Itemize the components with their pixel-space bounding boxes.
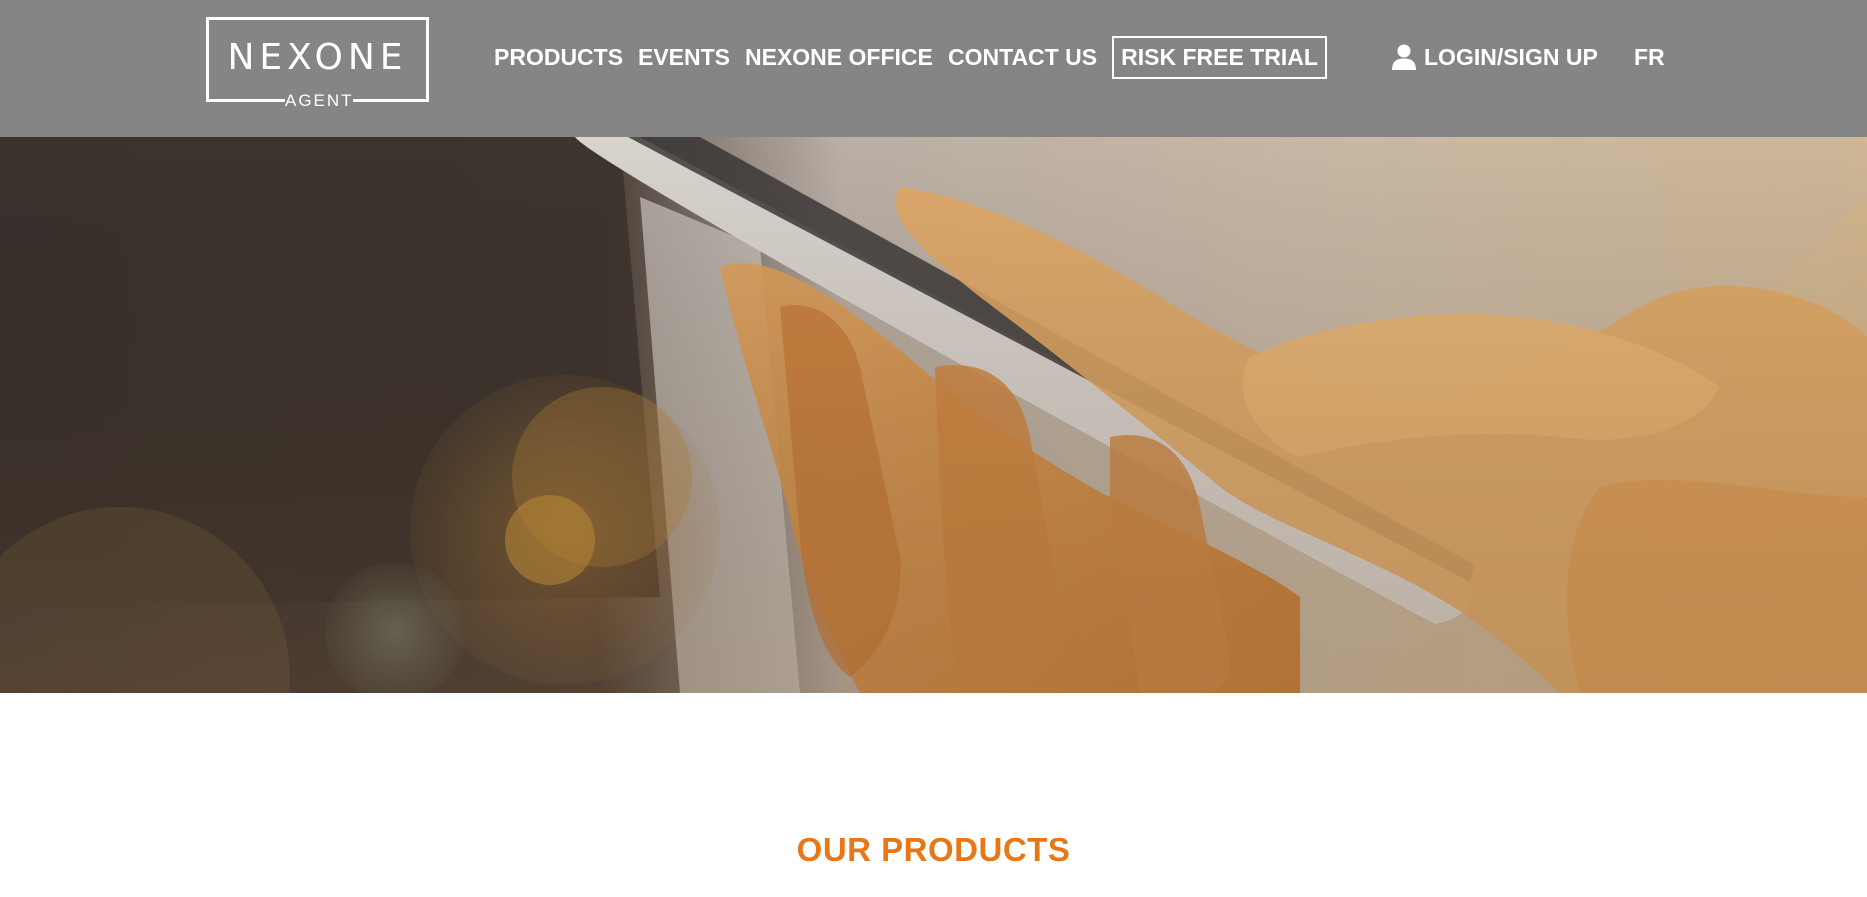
risk-free-trial-button[interactable]: RISK FREE TRIAL	[1112, 36, 1327, 79]
logo-brand-text: NEXONE	[227, 37, 408, 78]
language-switch-fr[interactable]: FR	[1634, 40, 1665, 74]
logo-subtitle-text: AGENT	[285, 91, 354, 111]
login-signup-link[interactable]: LOGIN/SIGN UP	[1392, 40, 1598, 74]
site-header: NEXONE AGENT PRODUCTS EVENTS NEXONE OFFI…	[0, 0, 1867, 137]
hero-photo-hand-holding-phone	[0, 137, 1867, 693]
hero-banner	[0, 137, 1867, 693]
user-icon	[1392, 44, 1416, 70]
nav-events-link[interactable]: EVENTS	[638, 40, 730, 74]
nexone-agent-logo[interactable]: NEXONE AGENT	[206, 17, 429, 111]
login-signup-label: LOGIN/SIGN UP	[1424, 43, 1598, 70]
nav-nexone-office-link[interactable]: NEXONE OFFICE	[745, 40, 933, 74]
our-products-heading: OUR PRODUCTS	[796, 831, 1071, 868]
nav-products-link[interactable]: PRODUCTS	[494, 40, 623, 74]
nav-contact-us-link[interactable]: CONTACT US	[948, 40, 1097, 74]
